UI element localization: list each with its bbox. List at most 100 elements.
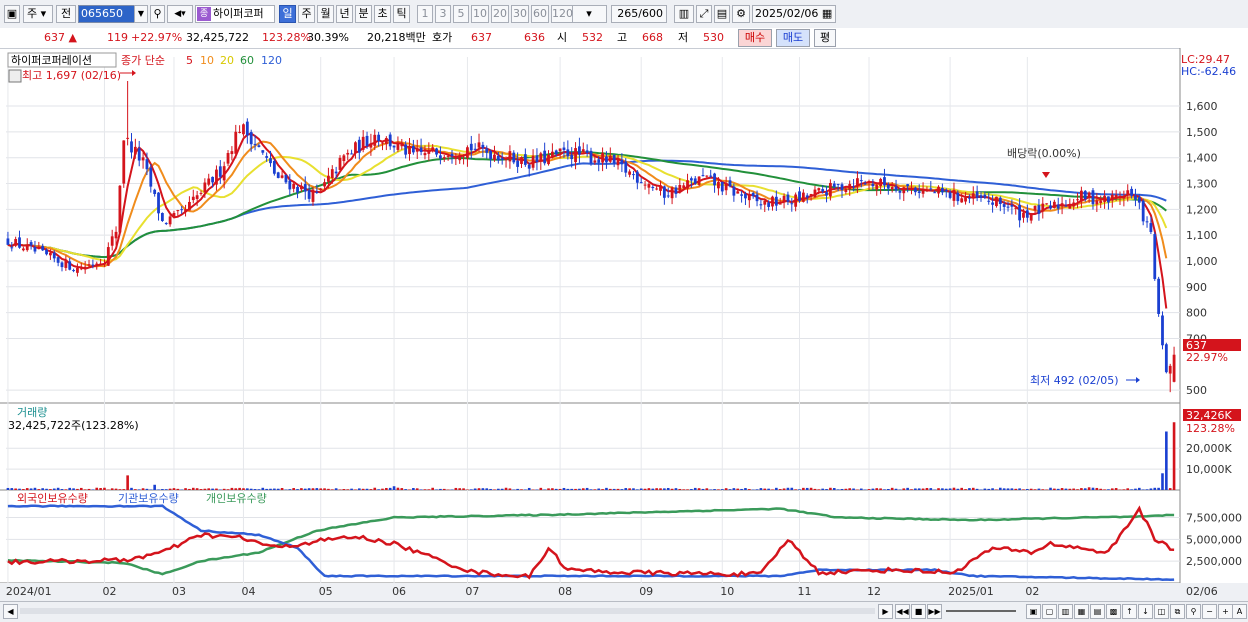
forward-icon[interactable]: ▶▶ xyxy=(927,604,942,619)
min-annotation: 최저 492 (02/05) xyxy=(1030,374,1119,387)
speaker-icon[interactable]: ◀▾ xyxy=(167,5,193,23)
volume-bar xyxy=(570,489,573,490)
candle-body xyxy=(1173,355,1176,382)
stop-icon[interactable]: ■ xyxy=(911,604,926,619)
candle-body xyxy=(814,190,817,197)
candle-body xyxy=(640,182,643,183)
list-icon[interactable]: ▤ xyxy=(1090,604,1105,619)
candle-body xyxy=(462,155,465,156)
arrow-up-icon[interactable]: ↑ xyxy=(1122,604,1137,619)
stock-name-field[interactable]: 종하이퍼코퍼 xyxy=(195,5,275,23)
candle-body xyxy=(860,180,863,181)
date-input[interactable]: 2025/02/06 ▦ xyxy=(752,5,836,23)
volume-value-label: 32,425,722주(123.28%) xyxy=(8,419,139,432)
volume-bar xyxy=(455,488,458,490)
scroll-left-icon[interactable]: ◀ xyxy=(3,604,18,619)
rewind-icon[interactable]: ◀◀ xyxy=(895,604,910,619)
candle-type-icon[interactable]: ▥ xyxy=(674,5,694,23)
buy-button[interactable]: 매수 xyxy=(738,29,772,47)
split-icon[interactable]: ▥ xyxy=(1058,604,1073,619)
candle-body xyxy=(315,192,318,193)
interval-dropdown[interactable]: ▾ xyxy=(571,5,607,23)
price-tick-label: 1,400 xyxy=(1186,152,1218,165)
candle-body xyxy=(34,247,37,252)
price-change: 119 xyxy=(107,31,128,45)
count-field[interactable]: 265/600 xyxy=(611,5,667,23)
interval-20-button[interactable]: 20 xyxy=(491,5,509,23)
market-select[interactable]: 주 ▾ xyxy=(23,5,53,23)
scroll-right-icon[interactable]: ▶ xyxy=(878,604,893,619)
save-icon[interactable]: ▤ xyxy=(714,5,730,23)
code-dropdown-icon[interactable]: ▼ xyxy=(134,5,148,23)
volume-bar xyxy=(640,488,643,490)
open-price: 532 xyxy=(582,31,603,45)
calculator-icon[interactable] xyxy=(9,70,21,82)
font-size-icon[interactable]: A xyxy=(1232,604,1247,619)
board-select[interactable]: 전 xyxy=(56,5,76,23)
volume-bar xyxy=(1034,489,1037,490)
interval-5-button[interactable]: 5 xyxy=(453,5,469,23)
arrow-down-icon[interactable]: ↓ xyxy=(1138,604,1153,619)
interval-60-button[interactable]: 60 xyxy=(531,5,549,23)
interval-1-button[interactable]: 1 xyxy=(417,5,433,23)
candle-body xyxy=(844,189,847,192)
search-icon[interactable]: ⚲ xyxy=(150,5,165,23)
volume-bar xyxy=(872,489,875,490)
candle-body xyxy=(261,150,264,153)
copy-icon[interactable]: ⧉ xyxy=(1170,604,1185,619)
volume-bar xyxy=(1088,487,1091,490)
calendar-icon[interactable]: ▦ xyxy=(822,7,832,20)
candle-body xyxy=(817,188,820,190)
candle-body xyxy=(400,143,403,147)
period-4-button[interactable]: 분 xyxy=(355,5,372,23)
zoom-search-icon[interactable]: ⚲ xyxy=(1186,604,1201,619)
interval-3-button[interactable]: 3 xyxy=(435,5,451,23)
grid-icon[interactable]: ▩ xyxy=(1106,604,1121,619)
chart-window-icon[interactable]: ▣ xyxy=(4,5,20,23)
image-icon[interactable]: ◫ xyxy=(1154,604,1169,619)
tile-icon[interactable]: ▦ xyxy=(1074,604,1089,619)
candle-body xyxy=(1053,202,1056,208)
volume-value: 32,425,722 xyxy=(186,31,249,45)
volume-bar xyxy=(968,488,971,490)
period-1-button[interactable]: 주 xyxy=(298,5,315,23)
candle-body xyxy=(281,175,284,177)
zoom-in-icon[interactable]: + xyxy=(1218,604,1233,619)
period-6-button[interactable]: 틱 xyxy=(393,5,410,23)
draw-tool-icon[interactable]: ⤢ xyxy=(696,5,712,23)
candle-body xyxy=(717,182,720,188)
zoom-track[interactable] xyxy=(946,610,1016,612)
gear-icon[interactable]: ⚙ xyxy=(732,5,750,23)
window-icon[interactable]: ▢ xyxy=(1042,604,1057,619)
interval-30-button[interactable]: 30 xyxy=(511,5,529,23)
candle-body xyxy=(427,150,430,154)
market-select-label: 주 xyxy=(27,7,37,20)
volume-bar xyxy=(1084,488,1087,490)
candle-body xyxy=(447,156,450,157)
ask-price: 637 xyxy=(471,31,492,45)
period-5-button[interactable]: 초 xyxy=(374,5,391,23)
candle-body xyxy=(721,182,724,192)
volume-bar xyxy=(821,489,824,490)
volume-bar xyxy=(1072,489,1075,490)
volume-bar xyxy=(385,488,388,490)
candle-body xyxy=(269,158,272,163)
volume-bar xyxy=(462,488,465,490)
volume-bar xyxy=(887,489,890,490)
eval-button[interactable]: 평 xyxy=(814,29,836,47)
period-3-button[interactable]: 년 xyxy=(336,5,353,23)
sell-button[interactable]: 매도 xyxy=(776,29,810,47)
period-0-button[interactable]: 일 xyxy=(279,5,296,23)
stock-code-input[interactable]: 065650 xyxy=(78,5,136,23)
layout-icon[interactable]: ▣ xyxy=(1026,604,1041,619)
interval-10-button[interactable]: 10 xyxy=(471,5,489,23)
volume-bar xyxy=(740,489,743,490)
volume-bar xyxy=(1053,489,1056,490)
interval-120-button[interactable]: 120 xyxy=(551,5,573,23)
volume-bar xyxy=(848,488,851,490)
scroll-track[interactable] xyxy=(20,608,875,614)
individual-legend: 개인보유수량 xyxy=(206,492,267,505)
period-2-button[interactable]: 월 xyxy=(317,5,334,23)
zoom-out-icon[interactable]: − xyxy=(1202,604,1217,619)
stock-chart[interactable]: 1,6001,5001,4001,3001,2001,1001,00090080… xyxy=(0,48,1248,601)
